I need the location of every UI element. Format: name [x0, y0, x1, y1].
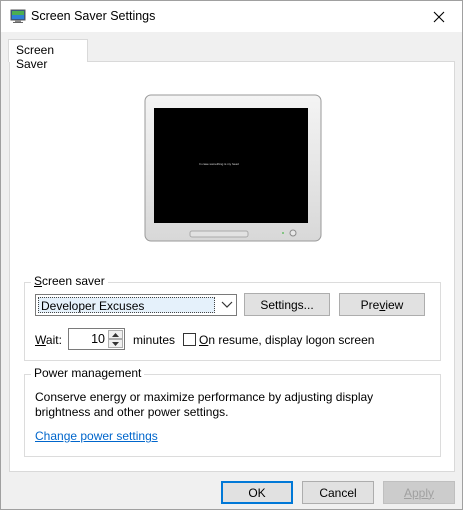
display-settings-icon	[10, 9, 26, 23]
wait-label: Wait:	[35, 333, 62, 347]
cancel-button[interactable]: Cancel	[302, 481, 374, 504]
close-icon	[433, 11, 445, 22]
power-description-line-2: brightness and other power settings.	[35, 405, 229, 419]
screen-saver-group-label: Screen saver	[31, 274, 108, 288]
window-title: Screen Saver Settings	[31, 9, 156, 23]
minutes-label: minutes	[133, 333, 176, 347]
screen-saver-select[interactable]: Developer Excuses	[35, 294, 237, 316]
change-power-settings-link[interactable]: Change power settings	[35, 429, 158, 443]
tab-screen-saver[interactable]: Screen Saver	[8, 39, 88, 71]
stepper-up-button[interactable]	[108, 330, 123, 339]
chevron-up-icon	[112, 332, 119, 337]
screen-saver-settings-dialog: Screen Saver Settings Screen Saver In ca…	[0, 0, 463, 510]
preview-screen-text: In case something is my head	[199, 162, 239, 166]
ok-button[interactable]: OK	[221, 481, 293, 504]
screen-saver-preview-monitor	[144, 94, 322, 242]
resume-logon-label[interactable]: On resume, display logon screen	[199, 333, 374, 347]
wait-minutes-value[interactable]: 10	[91, 332, 105, 346]
wait-minutes-stepper[interactable]: 10	[68, 328, 125, 350]
power-management-group-label: Power management	[31, 366, 145, 380]
resume-logon-checkbox[interactable]	[183, 333, 196, 346]
close-button[interactable]	[416, 1, 462, 32]
title-bar[interactable]: Screen Saver Settings	[1, 1, 462, 32]
power-description-line-1: Conserve energy or maximize performance …	[35, 390, 374, 404]
screen-saver-select-value: Developer Excuses	[38, 297, 215, 313]
chevron-down-icon	[112, 341, 119, 346]
preview-button[interactable]: Preview	[339, 293, 425, 316]
settings-button[interactable]: Settings...	[244, 293, 330, 316]
apply-button[interactable]: Apply	[383, 481, 455, 504]
stepper-down-button[interactable]	[108, 339, 123, 348]
chevron-down-icon	[221, 301, 233, 308]
